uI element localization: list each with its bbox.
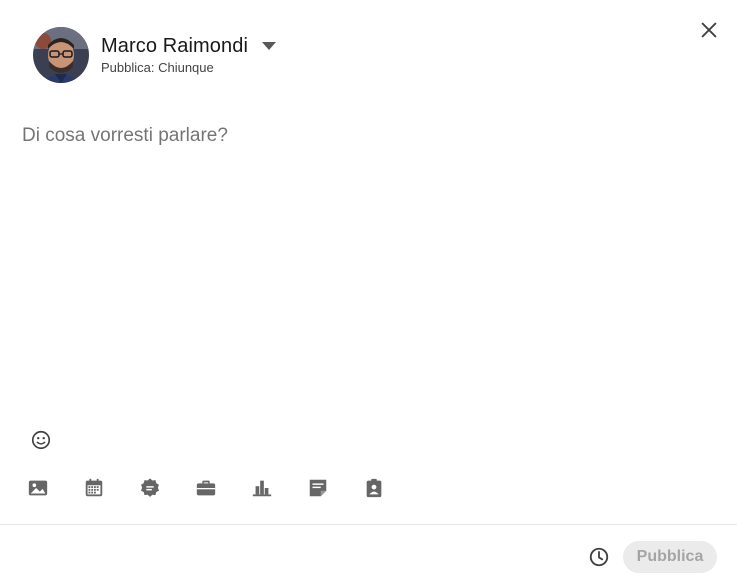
post-text-input[interactable] bbox=[22, 118, 712, 408]
image-icon bbox=[28, 480, 48, 496]
author-name: Marco Raimondi bbox=[101, 35, 249, 57]
briefcase-icon bbox=[196, 480, 216, 496]
author-selector[interactable]: Marco Raimondi Pubblica: Chiunque bbox=[33, 27, 277, 83]
hiring-button[interactable] bbox=[358, 472, 390, 504]
document-icon bbox=[309, 479, 327, 497]
bar-chart-icon bbox=[252, 480, 272, 497]
emoji-smile-icon bbox=[31, 430, 51, 450]
user-photo-avatar bbox=[33, 27, 89, 83]
schedule-post-button[interactable] bbox=[585, 543, 613, 571]
clock-icon bbox=[589, 547, 609, 567]
publish-button[interactable]: Pubblica bbox=[623, 541, 717, 573]
post-type-toolbar bbox=[22, 472, 414, 504]
post-visibility: Pubblica: Chiunque bbox=[101, 60, 214, 75]
add-document-button[interactable] bbox=[302, 472, 334, 504]
celebrate-button[interactable] bbox=[134, 472, 166, 504]
avatar bbox=[33, 27, 89, 83]
share-post-modal: Marco Raimondi Pubblica: Chiunque Di cos… bbox=[0, 0, 737, 583]
calendar-icon bbox=[85, 478, 103, 497]
author-name-row: Marco Raimondi bbox=[101, 34, 277, 58]
caret-down-icon bbox=[262, 42, 277, 50]
add-photo-button[interactable] bbox=[22, 472, 54, 504]
close-icon bbox=[701, 22, 717, 38]
clipboard-person-icon bbox=[366, 478, 382, 498]
create-poll-button[interactable] bbox=[246, 472, 278, 504]
emoji-button[interactable] bbox=[28, 427, 54, 453]
badge-icon bbox=[141, 478, 159, 497]
add-event-button[interactable] bbox=[78, 472, 110, 504]
share-job-button[interactable] bbox=[190, 472, 222, 504]
author-info: Marco Raimondi Pubblica: Chiunque bbox=[101, 34, 277, 76]
close-button[interactable] bbox=[692, 13, 726, 47]
footer-divider bbox=[0, 524, 737, 525]
